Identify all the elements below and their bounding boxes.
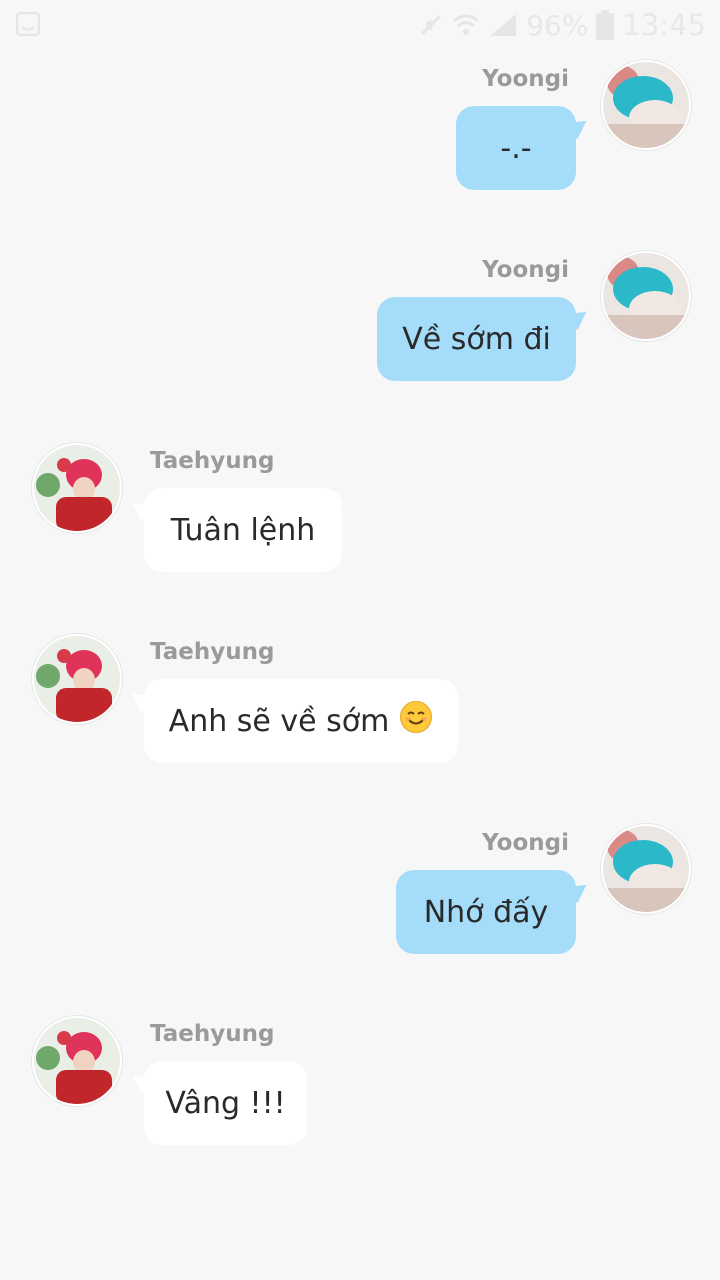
message-text: Về sớm đi [402, 321, 551, 357]
avatar-yoongi[interactable] [601, 251, 691, 341]
message-bubble-incoming[interactable]: Anh sẽ về sớm [144, 679, 458, 763]
message-bubble-outgoing[interactable]: -.- [456, 106, 576, 190]
battery-icon [596, 10, 615, 40]
mute-icon [418, 12, 444, 38]
sender-name: Yoongi [482, 257, 569, 283]
message-text: -.- [500, 130, 532, 166]
avatar-taehyung-image [34, 636, 120, 722]
avatar-taehyung-image [34, 445, 120, 531]
signal-icon [488, 12, 518, 38]
message-text: Vâng !!! [165, 1085, 286, 1121]
sender-name: Taehyung [150, 1021, 275, 1047]
wifi-icon [452, 12, 480, 38]
screenshot-icon [15, 11, 41, 37]
clock: 13:45 [622, 8, 706, 42]
sender-name: Taehyung [150, 448, 275, 474]
avatar-yoongi-image [603, 62, 689, 148]
message-text: Anh sẽ về sớm [168, 703, 390, 739]
message-bubble-outgoing[interactable]: Về sớm đi [377, 297, 576, 381]
avatar-yoongi[interactable] [601, 60, 691, 150]
avatar-taehyung[interactable] [32, 1016, 122, 1106]
avatar-yoongi[interactable] [601, 824, 691, 914]
smiling-face-icon [399, 700, 433, 742]
message-bubble-incoming[interactable]: Tuân lệnh [144, 488, 342, 572]
message-text: Tuân lệnh [170, 512, 316, 548]
message-bubble-incoming[interactable]: Vâng !!! [144, 1061, 307, 1145]
avatar-yoongi-image [603, 253, 689, 339]
message-bubble-outgoing[interactable]: Nhớ đấy [396, 870, 576, 954]
status-bar: 96% 13:45 [0, 0, 720, 50]
sender-name: Taehyung [150, 639, 275, 665]
sender-name: Yoongi [482, 66, 569, 92]
sender-name: Yoongi [482, 830, 569, 856]
avatar-taehyung[interactable] [32, 443, 122, 533]
battery-percent: 96% [526, 8, 589, 42]
avatar-yoongi-image [603, 826, 689, 912]
avatar-taehyung-image [34, 1018, 120, 1104]
avatar-taehyung[interactable] [32, 634, 122, 724]
message-text: Nhớ đấy [423, 894, 549, 930]
